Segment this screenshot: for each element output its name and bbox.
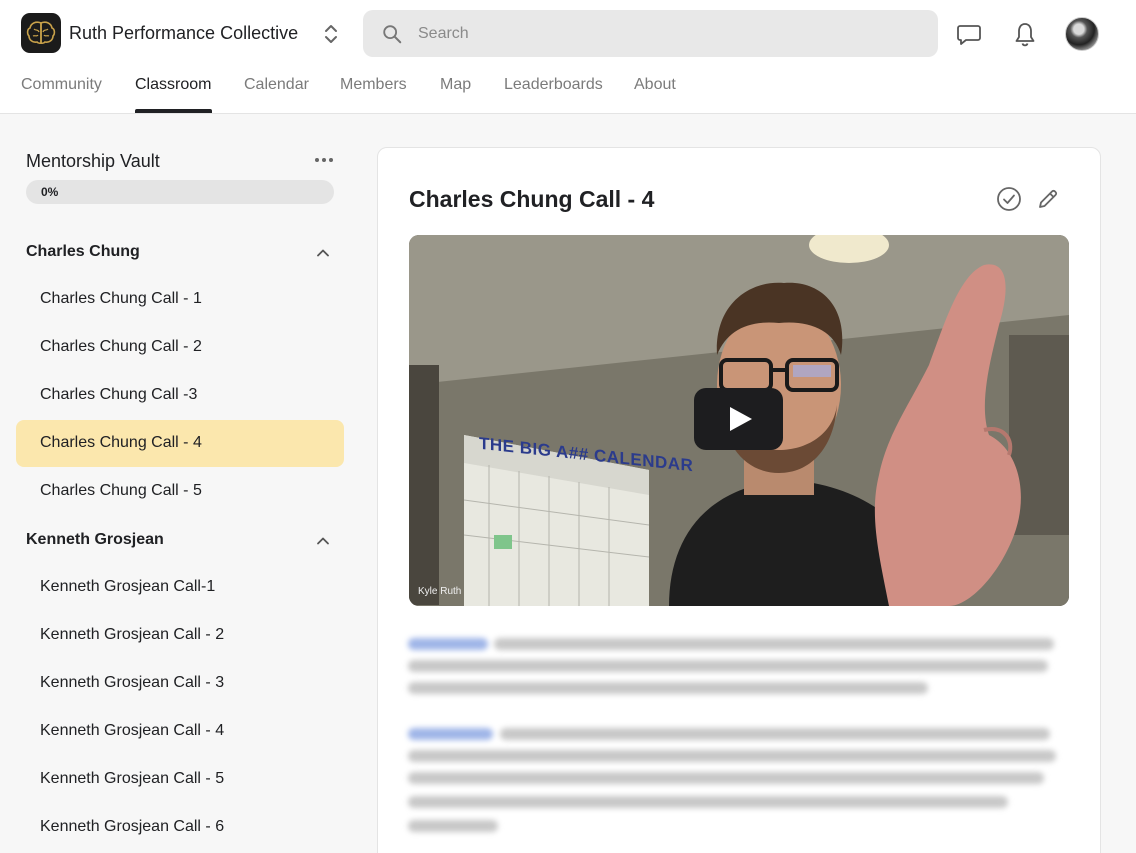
- progress-label: 0%: [41, 185, 59, 199]
- lesson-label: Kenneth Grosjean Call - 4: [40, 722, 225, 739]
- search-icon: [383, 25, 402, 44]
- chevron-up-icon[interactable]: [315, 245, 331, 261]
- tab-community[interactable]: Community: [21, 76, 102, 94]
- mark-complete-icon[interactable]: [996, 186, 1022, 212]
- lesson-label: Kenneth Grosjean Call - 5: [40, 770, 225, 787]
- lesson-item[interactable]: Kenneth Grosjean Call - 6: [16, 804, 344, 851]
- play-button[interactable]: [694, 388, 783, 450]
- lesson-label: Charles Chung Call -3: [40, 386, 198, 403]
- lesson-item[interactable]: Kenneth Grosjean Call - 3: [16, 660, 344, 707]
- lesson-item[interactable]: Charles Chung Call - 1: [16, 276, 344, 323]
- tab-leaderboards[interactable]: Leaderboards: [504, 76, 603, 94]
- tab-classroom[interactable]: Classroom: [135, 76, 211, 94]
- active-tab-indicator: [135, 109, 212, 113]
- lesson-label: Kenneth Grosjean Call - 2: [40, 626, 225, 643]
- course-progress-bar: 0%: [26, 180, 334, 204]
- user-avatar[interactable]: [1065, 17, 1099, 51]
- bell-icon[interactable]: [1011, 20, 1039, 48]
- lesson-label: Charles Chung Call - 1: [40, 290, 202, 307]
- lesson-item[interactable]: Charles Chung Call -3: [16, 372, 344, 419]
- lesson-label: Kenneth Grosjean Call-1: [40, 578, 216, 595]
- tab-members[interactable]: Members: [340, 76, 407, 94]
- lesson-item[interactable]: Kenneth Grosjean Call - 4: [16, 708, 344, 755]
- pencil-icon[interactable]: [1036, 187, 1060, 211]
- top-header: Ruth Performance Collective Community Cl…: [0, 0, 1136, 114]
- group-name[interactable]: Ruth Performance Collective: [69, 23, 298, 44]
- lesson-item-active[interactable]: Charles Chung Call - 4: [16, 420, 344, 467]
- lesson-title: Charles Chung Call - 4: [409, 186, 655, 212]
- chat-icon[interactable]: [955, 20, 983, 48]
- video-participant-name: Kyle Ruth: [418, 586, 462, 597]
- lesson-label: Charles Chung Call - 5: [40, 482, 202, 499]
- video-player[interactable]: THE BIG A## CALENDAR Kyle Ruth: [409, 235, 1069, 606]
- lesson-item[interactable]: Charles Chung Call - 2: [16, 324, 344, 371]
- lesson-item[interactable]: Charles Chung Call - 5: [16, 468, 344, 515]
- lesson-item[interactable]: Kenneth Grosjean Call-1: [16, 564, 344, 611]
- lesson-content-card: Charles Chung Call - 4 THE BIG A## CALEN…: [377, 147, 1101, 853]
- chevron-up-down-icon[interactable]: [319, 22, 343, 46]
- tab-about[interactable]: About: [634, 76, 676, 94]
- lesson-item[interactable]: Kenneth Grosjean Call - 2: [16, 612, 344, 659]
- lesson-label: Charles Chung Call - 4: [40, 434, 202, 451]
- blurred-description: [408, 638, 1072, 853]
- more-options-icon[interactable]: [313, 153, 335, 167]
- tab-calendar[interactable]: Calendar: [244, 76, 309, 94]
- play-icon: [730, 407, 752, 431]
- course-title: Mentorship Vault: [26, 151, 160, 171]
- chevron-up-icon[interactable]: [315, 533, 331, 549]
- brain-icon: [26, 21, 56, 45]
- lesson-item[interactable]: Kenneth Grosjean Call - 5: [16, 756, 344, 803]
- section-title[interactable]: Charles Chung: [26, 243, 140, 261]
- tab-map[interactable]: Map: [440, 76, 471, 94]
- group-logo[interactable]: [21, 13, 61, 53]
- lesson-label: Kenneth Grosjean Call - 6: [40, 818, 225, 835]
- section-title[interactable]: Kenneth Grosjean: [26, 531, 164, 549]
- course-sidebar: Mentorship Vault 0% Charles Chung Charle…: [0, 115, 360, 853]
- search-bar[interactable]: [363, 10, 938, 57]
- lesson-label: Kenneth Grosjean Call - 3: [40, 674, 225, 691]
- search-input[interactable]: [418, 10, 918, 57]
- lesson-label: Charles Chung Call - 2: [40, 338, 202, 355]
